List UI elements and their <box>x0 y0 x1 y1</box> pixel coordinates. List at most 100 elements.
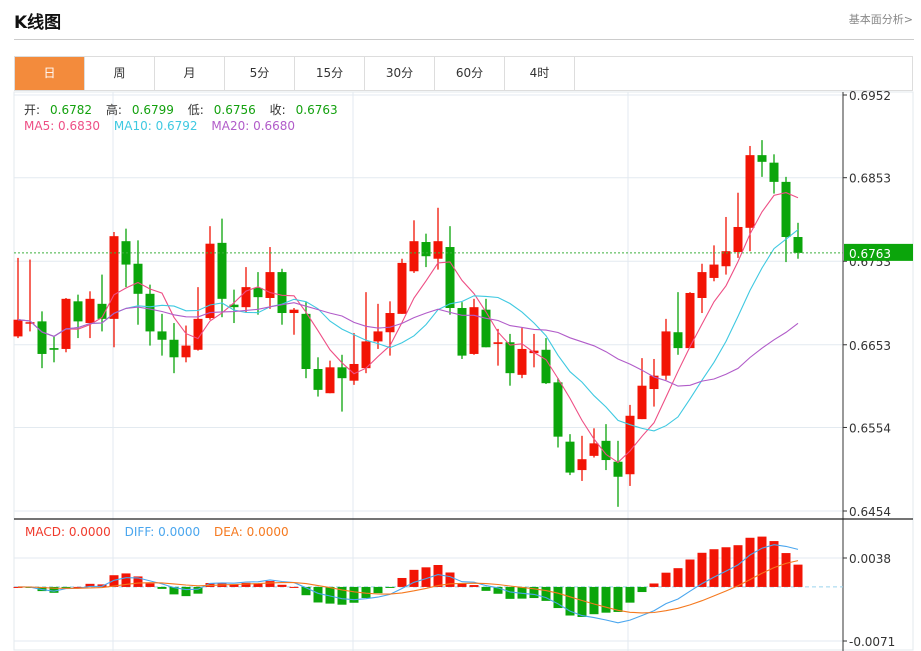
candle-body <box>613 461 623 477</box>
candle <box>433 207 443 270</box>
macd-bar <box>277 584 287 587</box>
candle-body <box>397 262 407 314</box>
open-value: 0.6782 <box>50 103 93 117</box>
macd-bar <box>661 572 671 587</box>
macd-bar <box>673 568 683 587</box>
macd-bar <box>469 585 479 587</box>
macd-bar <box>649 583 659 587</box>
macd-bar <box>721 547 731 587</box>
dea-legend-value: DEA: 0.0000 <box>213 525 289 539</box>
candle <box>265 247 275 309</box>
diff-legend-value: DIFF: 0.0000 <box>124 525 201 539</box>
ma10-legend: MA10: 0.6792 <box>113 119 198 133</box>
candle <box>781 176 791 263</box>
candle-body <box>565 441 575 473</box>
candle <box>613 440 623 507</box>
ma20-legend: MA20: 0.6680 <box>211 119 296 133</box>
candle-body <box>469 307 479 354</box>
candle <box>193 287 203 351</box>
macd-bar <box>157 586 167 589</box>
macd-bar <box>481 586 491 591</box>
candle-body <box>169 339 179 358</box>
candle <box>169 323 179 374</box>
candle <box>721 216 731 275</box>
candle-body <box>325 367 335 394</box>
price-tick-label: 0.6454 <box>849 505 891 519</box>
candle <box>85 291 95 339</box>
candle <box>409 220 419 273</box>
candle-body <box>265 272 275 298</box>
candle <box>469 298 479 355</box>
candle-body <box>661 331 671 376</box>
candle <box>37 311 47 369</box>
low-value: 0.6756 <box>213 103 256 117</box>
candle-body <box>733 226 743 253</box>
candle <box>13 257 23 339</box>
candle-body <box>301 313 311 369</box>
low-label: 低: <box>187 103 204 117</box>
candle-body <box>217 242 227 299</box>
candle-body <box>313 368 323 390</box>
candle <box>649 358 659 407</box>
candle <box>601 424 611 471</box>
candle <box>445 226 455 315</box>
candle-body <box>49 348 59 350</box>
candle-body <box>409 241 419 272</box>
macd-bar <box>625 586 635 603</box>
macd-bar <box>781 553 791 587</box>
ohlc-legend: 开: 0.6782 高: 0.6799 低: 0.6756 收: 0.6763 <box>24 101 348 118</box>
candle-body <box>793 237 803 253</box>
candle-body <box>385 313 395 333</box>
candle <box>217 218 227 318</box>
candle-body <box>133 263 143 294</box>
candle <box>661 318 671 380</box>
candle-body <box>157 331 167 340</box>
candle <box>709 245 719 282</box>
candle-body <box>445 247 455 309</box>
candle <box>673 292 683 355</box>
price-tick-label: 0.6653 <box>849 339 891 353</box>
macd-bar <box>505 586 515 599</box>
candle <box>325 360 335 394</box>
candle <box>733 192 743 258</box>
candle <box>457 302 467 359</box>
candle-body <box>553 382 563 437</box>
candle-body <box>13 319 23 337</box>
high-value: 0.6799 <box>131 103 174 117</box>
candle-body <box>709 264 719 278</box>
candle-body <box>517 348 527 375</box>
candle <box>493 328 503 366</box>
candle <box>481 298 491 348</box>
candle-body <box>373 331 383 342</box>
candle-body <box>757 155 767 162</box>
candle <box>745 145 755 252</box>
candle <box>625 404 635 486</box>
candle-body <box>433 241 443 259</box>
candle-body <box>577 459 587 471</box>
candle-body <box>73 301 83 322</box>
candle <box>697 263 707 314</box>
price-tick-label: 0.6853 <box>849 172 891 186</box>
candle-body <box>745 155 755 228</box>
kline-chart[interactable]: 0.69520.68530.67530.66530.65540.64540.00… <box>0 0 921 651</box>
candle <box>361 292 371 374</box>
macd-bar <box>289 586 299 588</box>
high-label: 高: <box>105 103 122 117</box>
candle <box>577 435 587 481</box>
candle-body <box>637 385 647 420</box>
candle <box>397 258 407 314</box>
macd-bar <box>685 559 695 587</box>
candle-body <box>277 272 287 314</box>
candle <box>421 233 431 268</box>
macd-bar <box>601 586 611 613</box>
candle-body <box>481 309 491 348</box>
candle <box>301 302 311 379</box>
candle-body <box>421 242 431 257</box>
candle-body <box>361 341 371 369</box>
ma10-line <box>17 229 799 432</box>
macd-bar <box>589 586 599 615</box>
macd-bar <box>757 536 767 587</box>
candle-body <box>781 181 791 238</box>
price-tick-label: 0.6554 <box>849 421 891 435</box>
candle <box>61 297 71 353</box>
